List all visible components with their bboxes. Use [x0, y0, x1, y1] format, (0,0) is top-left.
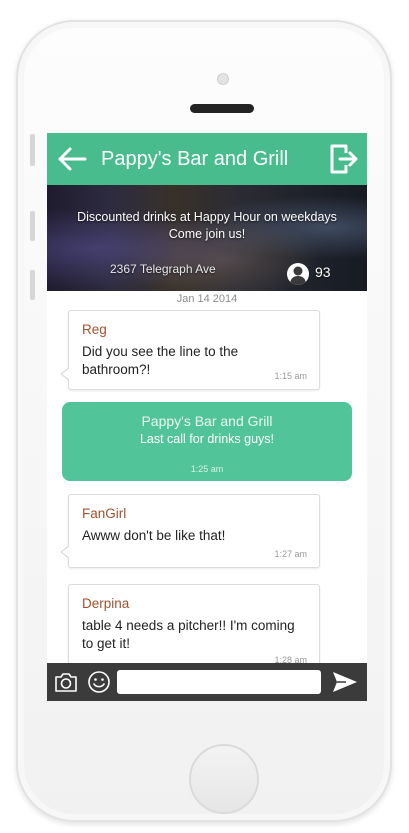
app-screen: Pappy's Bar and Grill Discounted drinks …	[47, 133, 367, 701]
message-bubble: Derpina table 4 needs a pitcher!! I'm co…	[68, 584, 320, 674]
camera-icon	[55, 673, 77, 692]
logout-button[interactable]	[329, 143, 359, 175]
mute-switch	[30, 134, 35, 166]
earpiece-speaker	[190, 104, 254, 113]
member-avatar[interactable]	[287, 263, 309, 285]
page-title: Pappy's Bar and Grill	[101, 148, 289, 170]
logout-icon	[330, 144, 358, 174]
message-bubble: Reg Did you see the line to the bathroom…	[60, 310, 320, 390]
smiley-icon	[88, 671, 110, 693]
venue-banner: Discounted drinks at Happy Hour on weekd…	[47, 185, 367, 291]
banner-message: Discounted drinks at Happy Hour on weekd…	[47, 209, 367, 243]
emoji-button[interactable]	[87, 670, 111, 694]
own-message-bubble: Pappy's Bar and Grill Last call for drin…	[62, 402, 352, 481]
message-sender: Pappy's Bar and Grill	[141, 413, 273, 429]
arrow-left-icon	[58, 147, 87, 171]
message-sender: Reg	[82, 322, 107, 337]
message-input[interactable]	[117, 670, 321, 694]
message-text: Awww don't be like that!	[82, 528, 226, 543]
bubble-tail	[60, 367, 70, 381]
front-camera	[217, 73, 229, 85]
message-time: 1:15 am	[274, 371, 307, 381]
banner-line-1: Discounted drinks at Happy Hour on weekd…	[77, 210, 337, 224]
volume-down-button	[30, 270, 35, 300]
send-icon	[333, 672, 357, 692]
venue-address: 2367 Telegraph Ave	[110, 262, 216, 276]
person-icon	[290, 266, 306, 285]
chat-date: Jan 14 2014	[176, 293, 238, 305]
home-button[interactable]	[189, 744, 259, 814]
message-bubble: FanGirl Awww don't be like that! 1:27 am	[60, 494, 320, 568]
bubble-tail	[60, 545, 70, 559]
message-composer	[47, 663, 367, 701]
banner-line-2: Come join us!	[168, 227, 246, 241]
message-sender: FanGirl	[82, 506, 127, 521]
message-sender: Derpina	[82, 596, 130, 611]
message-text: table 4 needs a pitcher!! I'm coming to …	[82, 618, 295, 651]
message-time: 1:25 am	[190, 464, 224, 474]
message-text: Last call for drinks guys!	[139, 432, 275, 446]
top-bar: Pappy's Bar and Grill	[47, 133, 367, 185]
camera-button[interactable]	[54, 670, 78, 694]
volume-up-button	[30, 211, 35, 241]
member-count: 93	[315, 264, 331, 280]
send-button[interactable]	[332, 670, 358, 694]
back-button[interactable]	[57, 145, 87, 173]
message-time: 1:27 am	[274, 549, 307, 559]
